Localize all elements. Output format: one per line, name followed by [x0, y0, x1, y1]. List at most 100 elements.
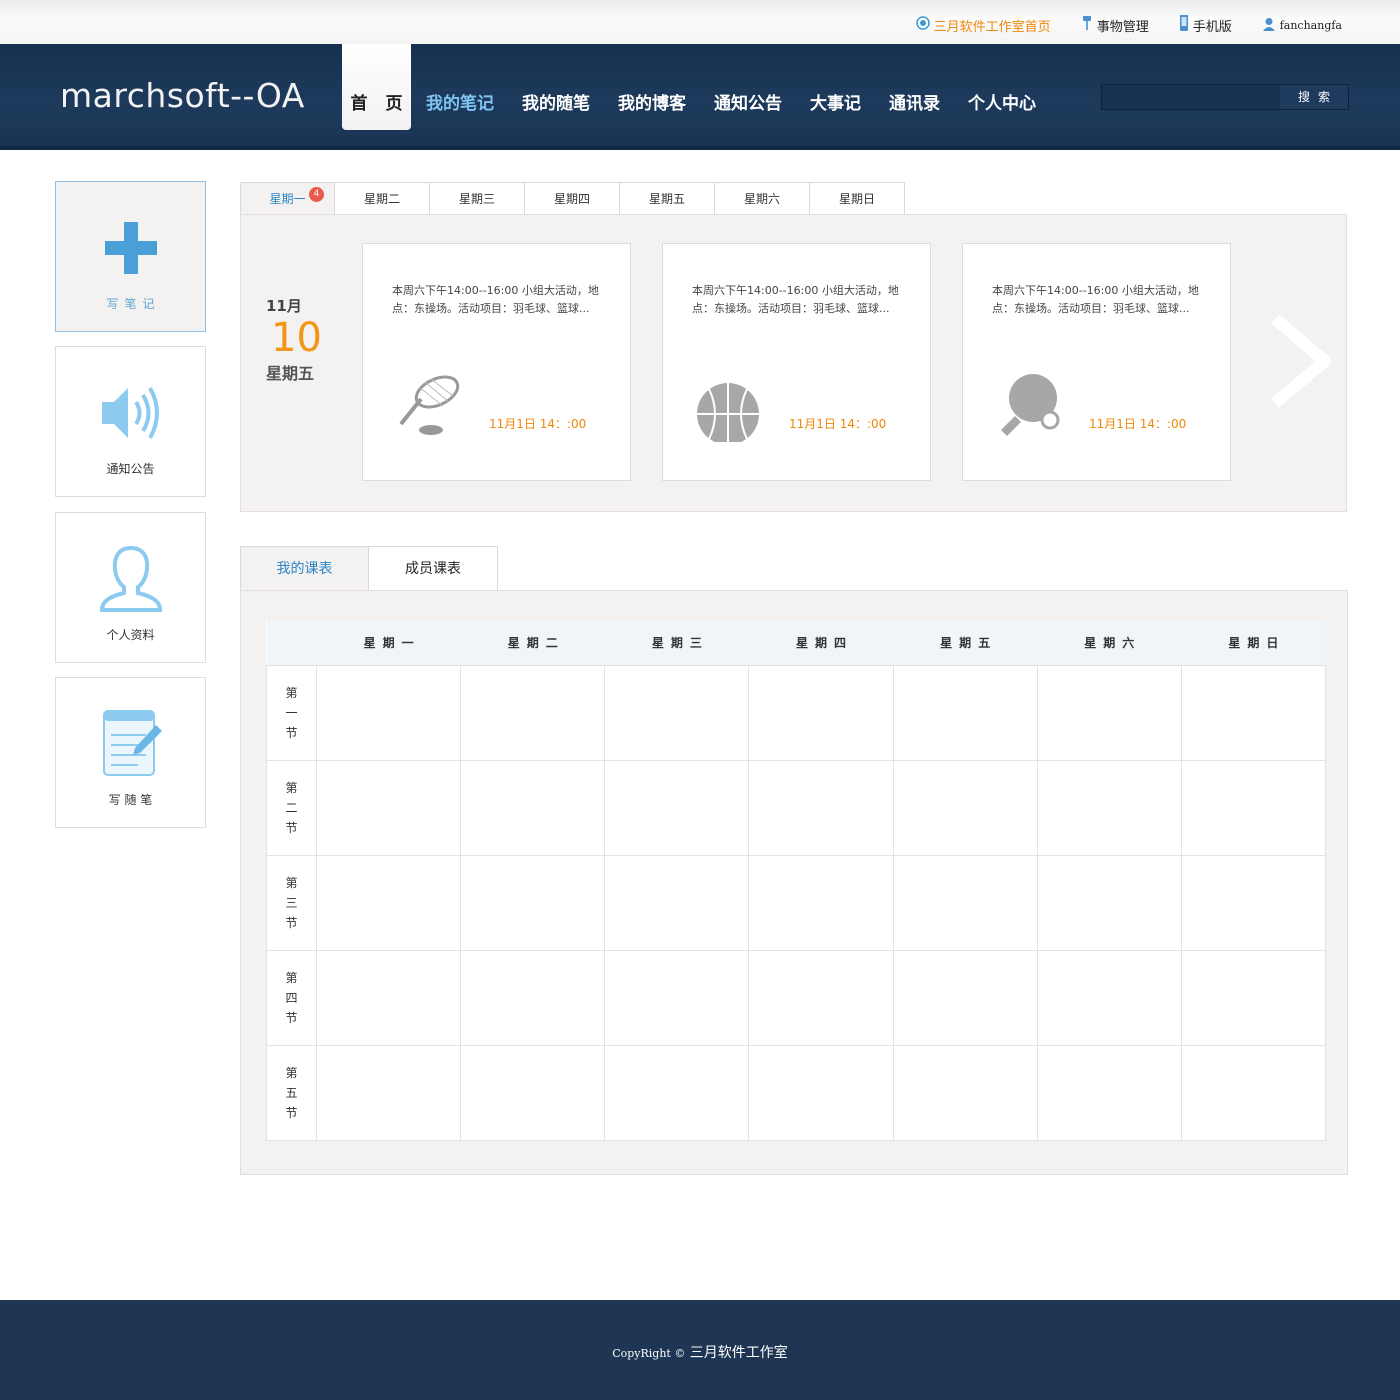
sidebar-item-profile[interactable]: 个人资料	[55, 512, 206, 663]
schedule-table: 星期一 星期二 星期三 星期四 星期五 星期六 星期日 第 一 节第 二 节第 …	[266, 620, 1327, 1141]
sidebar-item-notices[interactable]: 通知公告	[55, 346, 206, 497]
tab-thursday[interactable]: 星期四	[525, 182, 620, 215]
username: fanchangfa	[1279, 18, 1342, 32]
schedule-cell[interactable]	[892, 949, 1038, 1046]
schedule-panel: 星期一 星期二 星期三 星期四 星期五 星期六 星期日 第 一 节第 二 节第 …	[240, 590, 1348, 1175]
event-time: 11月1日 14：:00	[1089, 417, 1187, 431]
affairs-link[interactable]: 事物管理	[1081, 15, 1149, 35]
tab-my-schedule[interactable]: 我的课表	[240, 546, 369, 591]
schedule-cell[interactable]	[1180, 759, 1327, 856]
next-arrow-icon[interactable]	[1269, 314, 1335, 408]
mobile-link[interactable]: 手机版	[1179, 15, 1232, 35]
ping-pong-icon	[995, 372, 1065, 442]
event-text: 本周六下午14:00--16:00 小组大活动，地点：东操场。活动项目：羽毛球、…	[692, 284, 899, 315]
copyright-cn: 三月软件工作室	[689, 1345, 788, 1361]
table-row: 第 一 节	[266, 664, 1327, 761]
schedule-cell[interactable]	[460, 664, 606, 761]
tab-monday[interactable]: 星期一 4	[240, 182, 335, 215]
schedule-cell[interactable]	[460, 1044, 606, 1141]
schedule-cell[interactable]	[892, 854, 1038, 951]
schedule-cell[interactable]	[604, 664, 750, 761]
table-row: 第 三 节	[266, 854, 1327, 951]
search-input[interactable]	[1102, 85, 1280, 109]
schedule-cell[interactable]	[748, 664, 894, 761]
schedule-cell[interactable]	[315, 949, 462, 1046]
notification-badge: 4	[309, 187, 324, 202]
current-date: 11月 10 星期五	[266, 295, 322, 384]
schedule-corner	[266, 620, 317, 666]
schedule-cell[interactable]	[315, 759, 462, 856]
schedule-cell[interactable]	[460, 949, 606, 1046]
target-icon	[915, 16, 930, 34]
schedule-cell[interactable]	[892, 1044, 1038, 1141]
tennis-racket-icon	[395, 372, 465, 442]
nav-personal-center[interactable]: 个人中心	[968, 44, 1036, 130]
person-icon	[56, 543, 205, 615]
schedule-cell[interactable]	[315, 664, 462, 761]
schedule-cell[interactable]	[1036, 664, 1182, 761]
sidebar-item-write-essay[interactable]: 写 随 笔	[55, 677, 206, 828]
event-card[interactable]: 本周六下午14:00--16:00 小组大活动，地点：东操场。活动项目：羽毛球、…	[962, 243, 1231, 481]
main-nav: 首 页 我的笔记 我的随笔 我的博客 通知公告 大事记 通讯录 个人中心	[342, 44, 1064, 130]
schedule-cell[interactable]	[315, 854, 462, 951]
period-label: 第 四 节	[266, 949, 317, 1046]
event-time: 11月1日 14：:00	[489, 417, 587, 431]
schedule-cell[interactable]	[460, 759, 606, 856]
studio-home-link[interactable]: 三月软件工作室首页	[915, 15, 1051, 35]
tab-sunday[interactable]: 星期日	[810, 182, 905, 215]
schedule-cell[interactable]	[604, 949, 750, 1046]
search-button[interactable]: 搜索	[1280, 85, 1348, 109]
column-header: 星期一	[316, 620, 461, 666]
event-text: 本周六下午14:00--16:00 小组大活动，地点：东操场。活动项目：羽毛球、…	[992, 284, 1199, 315]
schedule-cell[interactable]	[1036, 759, 1182, 856]
schedule-cell[interactable]	[748, 1044, 894, 1141]
schedule-cell[interactable]	[892, 664, 1038, 761]
event-card[interactable]: 本周六下午14:00--16:00 小组大活动，地点：东操场。活动项目：羽毛球、…	[662, 243, 931, 481]
schedule-cell[interactable]	[604, 759, 750, 856]
nav-my-blog[interactable]: 我的博客	[618, 44, 686, 130]
copyright: CopyRight © 三月软件工作室	[0, 1342, 1400, 1362]
schedule-cell[interactable]	[1036, 1044, 1182, 1141]
event-card[interactable]: 本周六下午14:00--16:00 小组大活动，地点：东操场。活动项目：羽毛球、…	[362, 243, 631, 481]
tab-friday[interactable]: 星期五	[620, 182, 715, 215]
nav-my-essays[interactable]: 我的随笔	[522, 44, 590, 130]
schedule-cell[interactable]	[748, 854, 894, 951]
schedule-cell[interactable]	[1036, 854, 1182, 951]
schedule-cell[interactable]	[1180, 949, 1327, 1046]
schedule-cell[interactable]	[460, 854, 606, 951]
user-link[interactable]: fanchangfa	[1262, 15, 1342, 35]
schedule-cell[interactable]	[1036, 949, 1182, 1046]
sidebar-item-label: 通知公告	[106, 462, 155, 476]
nav-notices[interactable]: 通知公告	[714, 44, 782, 130]
event-time: 11月1日 14：:00	[789, 417, 887, 431]
column-header: 星期三	[604, 620, 749, 666]
column-header: 星期五	[893, 620, 1038, 666]
schedule-cell[interactable]	[315, 1044, 462, 1141]
schedule-cell[interactable]	[1180, 1044, 1327, 1141]
schedule-cell[interactable]	[604, 1044, 750, 1141]
tab-wednesday[interactable]: 星期三	[430, 182, 525, 215]
schedule-cell[interactable]	[1180, 664, 1327, 761]
date-month: 11月	[266, 297, 302, 315]
tab-member-schedule[interactable]: 成员课表	[369, 546, 498, 591]
schedule-cell[interactable]	[1180, 854, 1327, 951]
schedule-cell[interactable]	[748, 759, 894, 856]
studio-home-label: 三月软件工作室首页	[933, 19, 1051, 35]
copyright-en: CopyRight ©	[612, 1347, 686, 1360]
schedule-cell[interactable]	[604, 854, 750, 951]
mobile-label: 手机版	[1192, 19, 1232, 35]
footer: CopyRight © 三月软件工作室	[0, 1300, 1400, 1400]
nav-contacts[interactable]: 通讯录	[889, 44, 940, 130]
main-header: marchsoft--OA 首 页 我的笔记 我的随笔 我的博客 通知公告 大事…	[0, 44, 1400, 150]
date-weekday: 星期五	[266, 364, 315, 383]
tab-tuesday[interactable]: 星期二	[335, 182, 430, 215]
tab-saturday[interactable]: 星期六	[715, 182, 810, 215]
nav-events[interactable]: 大事记	[810, 44, 861, 130]
schedule-cell[interactable]	[892, 759, 1038, 856]
sidebar-item-write-note[interactable]: 写笔记	[55, 181, 206, 332]
notepad-icon	[56, 708, 205, 780]
schedule-cell[interactable]	[748, 949, 894, 1046]
nav-my-notes[interactable]: 我的笔记	[426, 44, 494, 130]
nav-home[interactable]: 首 页	[342, 44, 411, 130]
period-label: 第 五 节	[266, 1044, 317, 1141]
